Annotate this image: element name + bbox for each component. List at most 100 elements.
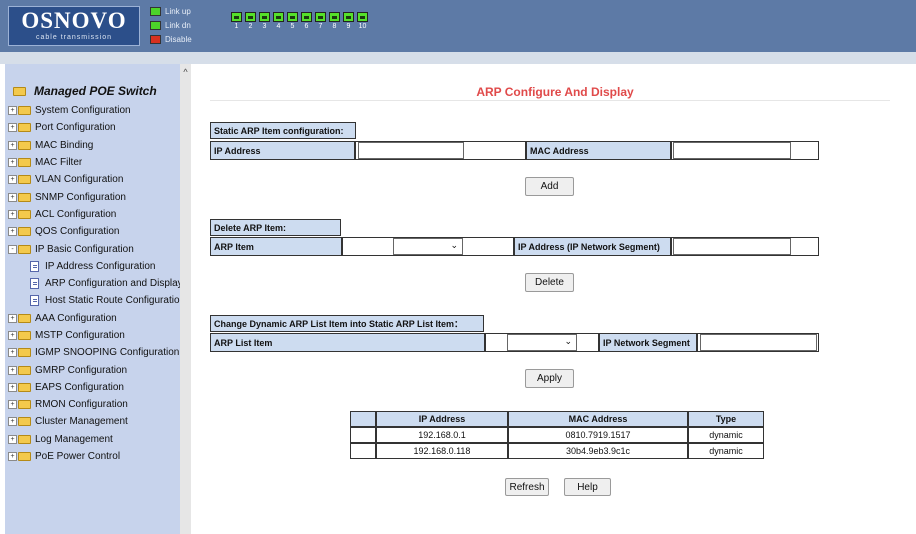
sidebar-item-system-configuration[interactable]: + System Configuration [8, 102, 181, 119]
static-ip-input[interactable] [358, 142, 464, 159]
port-8[interactable]: 8 [328, 12, 341, 31]
expand-icon[interactable]: + [8, 209, 17, 219]
header-divider [0, 52, 916, 64]
sidebar-item-label: VLAN Configuration [35, 174, 124, 186]
expand-icon[interactable]: + [8, 123, 17, 133]
tree-root[interactable]: Managed POE Switch [13, 84, 157, 98]
port-2[interactable]: 2 [244, 12, 257, 31]
static-mac-input[interactable] [673, 142, 791, 159]
osnovo-logo: OSNOVO cable transmission [8, 6, 140, 46]
port-number: 1 [234, 23, 239, 30]
expand-icon[interactable]: + [8, 192, 17, 202]
link-up-led-icon [150, 6, 161, 16]
sidebar-item-label: Port Configuration [35, 122, 116, 134]
sidebar-item-label: EAPS Configuration [35, 381, 124, 393]
port-9[interactable]: 9 [342, 12, 355, 31]
sidebar-item-mstp-configuration[interactable]: + MSTP Configuration [8, 327, 181, 344]
legend-disable-label: Disable [165, 34, 192, 44]
table-cell-ip: 192.168.0.118 [376, 443, 508, 459]
sidebar-item-label: IP Basic Configuration [35, 243, 134, 255]
expand-icon[interactable]: + [8, 417, 17, 427]
collapse-icon[interactable]: - [8, 244, 17, 254]
expand-icon[interactable]: + [8, 382, 17, 392]
expand-icon[interactable]: + [8, 158, 17, 168]
expand-icon[interactable]: + [8, 331, 17, 340]
link-down-led-icon [150, 20, 161, 30]
expand-icon[interactable]: + [8, 313, 17, 323]
sidebar-scrollbar[interactable]: ^ [180, 64, 191, 534]
table-row-select[interactable] [350, 443, 376, 459]
port-5[interactable]: 5 [286, 12, 299, 31]
expand-icon[interactable]: + [8, 175, 17, 185]
arp-item-label: ARP Item [210, 237, 342, 256]
sidebar-item-rmon-configuration[interactable]: + RMON Configuration [8, 396, 181, 413]
sidebar-item-mac-binding[interactable]: + MAC Binding [8, 137, 181, 154]
table-row-select[interactable] [350, 427, 376, 443]
port-number: 4 [276, 23, 281, 30]
sidebar-item-log-management[interactable]: + Log Management [8, 431, 181, 448]
arp-list-item-select[interactable]: ⌄ [507, 334, 577, 351]
sidebar-item-vlan-configuration[interactable]: + VLAN Configuration [8, 171, 181, 188]
sidebar-item-aaa-configuration[interactable]: + AAA Configuration [8, 310, 181, 327]
ethernet-port-icon [315, 12, 326, 22]
sidebar-item-arp-configuration[interactable]: ARP Configuration and Display [8, 275, 181, 292]
sidebar-item-snmp-configuration[interactable]: + SNMP Configuration [8, 188, 181, 205]
sidebar-item-qos-configuration[interactable]: + QOS Configuration [8, 223, 181, 240]
port-10[interactable]: 10 [356, 12, 369, 31]
expand-icon[interactable]: + [8, 365, 17, 375]
sidebar-item-cluster-management[interactable]: + Cluster Management [8, 413, 181, 430]
network-segment-input[interactable] [700, 334, 817, 351]
port-number: 10 [358, 23, 367, 30]
arp-list-item-label: ARP List Item [210, 333, 485, 352]
port-1[interactable]: 1 [230, 12, 243, 31]
expand-icon[interactable]: + [8, 348, 17, 358]
scroll-up-icon[interactable]: ^ [180, 66, 191, 78]
legend-link-up: Link up [150, 4, 192, 18]
ip-segment-input[interactable] [673, 238, 791, 255]
expand-icon[interactable]: + [8, 434, 17, 444]
port-number: 2 [248, 23, 253, 30]
legend-link-down-label: Link dn [165, 20, 191, 30]
expand-icon[interactable]: + [8, 227, 17, 237]
expand-icon[interactable]: + [8, 400, 17, 410]
table-cell-type: dynamic [688, 427, 764, 443]
port-6[interactable]: 6 [300, 12, 313, 31]
page-icon [30, 260, 39, 272]
sidebar-item-igmp-snooping[interactable]: + IGMP SNOOPING Configuration [8, 344, 181, 361]
sfp-port-icon [343, 12, 354, 22]
sidebar-item-ip-basic-configuration[interactable]: - IP Basic Configuration [8, 240, 181, 257]
sidebar-item-eaps-configuration[interactable]: + EAPS Configuration [8, 379, 181, 396]
expand-icon[interactable]: + [8, 106, 17, 116]
port-number: 8 [332, 23, 337, 30]
port-number: 5 [290, 23, 295, 30]
sidebar-item-label: GMRP Configuration [35, 364, 128, 376]
sidebar-item-label: Host Static Route Configuration [45, 295, 181, 307]
sidebar-item-label: MAC Filter [35, 157, 83, 169]
sidebar-item-gmrp-configuration[interactable]: + GMRP Configuration [8, 361, 181, 378]
arp-item-select[interactable]: ⌄ [393, 238, 463, 255]
sidebar-item-acl-configuration[interactable]: + ACL Configuration [8, 206, 181, 223]
expand-icon[interactable]: + [8, 452, 17, 462]
delete-button[interactable]: Delete [525, 273, 574, 292]
sidebar-item-host-static-route[interactable]: Host Static Route Configuration [8, 292, 181, 309]
port-4[interactable]: 4 [272, 12, 285, 31]
page-icon [30, 295, 39, 307]
add-button[interactable]: Add [525, 177, 574, 196]
help-button[interactable]: Help [564, 478, 611, 496]
refresh-button[interactable]: Refresh [505, 478, 549, 496]
sidebar-item-poe-power-control[interactable]: + PoE Power Control [8, 448, 181, 465]
static-arp-heading: Static ARP Item configuration: [210, 122, 356, 139]
port-7[interactable]: 7 [314, 12, 327, 31]
port-number: 3 [262, 23, 267, 30]
sidebar-item-ip-address-configuration[interactable]: IP Address Configuration [8, 258, 181, 275]
legend-disable: Disable [150, 32, 192, 46]
sidebar-item-mac-filter[interactable]: + MAC Filter [8, 154, 181, 171]
sidebar-item-port-configuration[interactable]: + Port Configuration [8, 119, 181, 136]
expand-icon[interactable]: + [8, 140, 17, 150]
port-3[interactable]: 3 [258, 12, 271, 31]
apply-button[interactable]: Apply [525, 369, 574, 388]
ethernet-port-icon [245, 12, 256, 22]
disable-led-icon [150, 34, 161, 44]
delete-arp-heading: Delete ARP Item: [210, 219, 341, 236]
table-cell-mac: 0810.7919.1517 [508, 427, 688, 443]
